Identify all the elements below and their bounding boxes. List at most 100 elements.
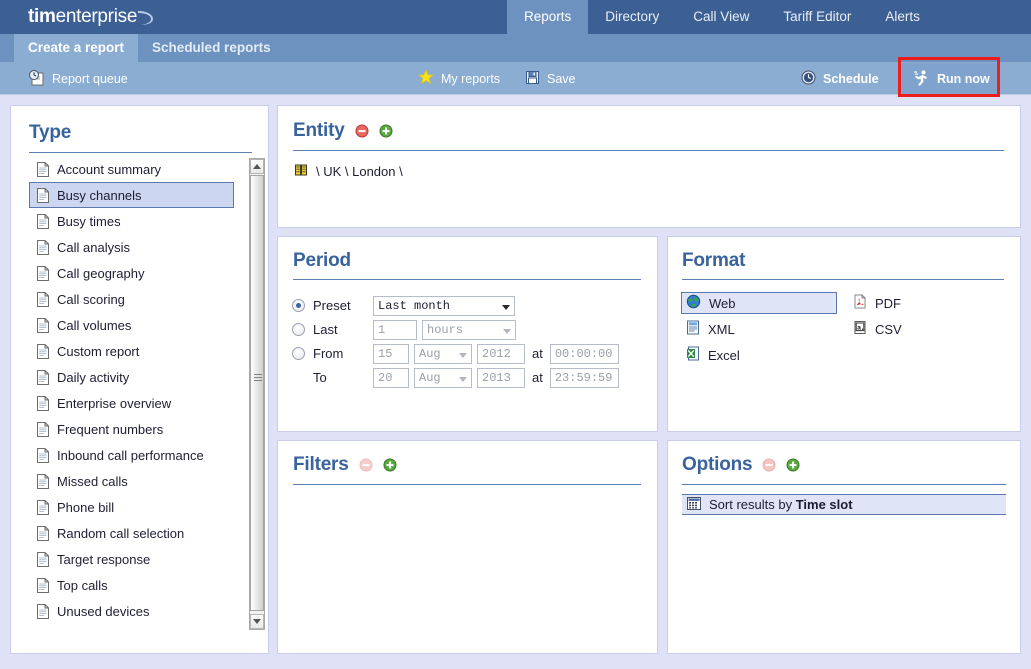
format-option-csv[interactable]: a CSV xyxy=(848,318,998,340)
options-panel: Options Sort results by Time slot xyxy=(667,440,1021,654)
report-type-label: Account summary xyxy=(57,162,161,177)
format-option-excel-label: Excel xyxy=(708,348,740,363)
nav-tab-alerts[interactable]: Alerts xyxy=(868,0,937,34)
period-panel-header: Period xyxy=(278,237,657,272)
period-from-radio[interactable] xyxy=(292,347,305,360)
report-type-item[interactable]: Random call selection xyxy=(29,520,234,546)
building-icon xyxy=(294,163,308,180)
format-option-xml[interactable]: XML xyxy=(681,318,837,340)
period-to-time-input[interactable]: 23:59:59 xyxy=(550,368,619,388)
options-add-icon[interactable] xyxy=(786,458,800,472)
report-type-item[interactable]: Phone bill xyxy=(29,494,234,520)
nav-tab-call-view[interactable]: Call View xyxy=(676,0,766,34)
chevron-down-icon xyxy=(253,619,261,624)
period-preset-value: Last month xyxy=(378,299,450,313)
report-type-item[interactable]: Top calls xyxy=(29,572,234,598)
period-from-at-label: at xyxy=(532,346,543,361)
chevron-down-icon xyxy=(502,305,510,310)
period-last-radio[interactable] xyxy=(292,323,305,336)
svg-text:a: a xyxy=(857,324,861,331)
period-panel-title: Period xyxy=(293,250,351,272)
report-type-item[interactable]: Call volumes xyxy=(29,312,234,338)
report-type-item[interactable]: Unused devices xyxy=(29,598,234,624)
chevron-down-icon xyxy=(503,329,511,334)
save-button[interactable]: Save xyxy=(519,62,582,95)
primary-nav: Reports Directory Call View Tariff Edito… xyxy=(507,0,937,34)
report-type-item[interactable]: Account summary xyxy=(29,156,234,182)
entity-remove-icon[interactable] xyxy=(355,124,369,138)
report-type-item[interactable]: Call scoring xyxy=(29,286,234,312)
subtab-scheduled-reports[interactable]: Scheduled reports xyxy=(138,34,285,62)
format-option-pdf[interactable]: PDF xyxy=(848,292,998,314)
period-preset-select[interactable]: Last month xyxy=(373,296,515,316)
filters-add-icon[interactable] xyxy=(383,458,397,472)
period-to-year-input[interactable]: 2013 xyxy=(477,368,525,388)
report-type-item[interactable]: Call geography xyxy=(29,260,234,286)
report-type-item[interactable]: Frequent numbers xyxy=(29,416,234,442)
period-from-year-input[interactable]: 2012 xyxy=(477,344,525,364)
nav-tab-tariff-editor[interactable]: Tariff Editor xyxy=(766,0,868,34)
document-icon xyxy=(37,214,49,229)
report-queue-icon xyxy=(28,69,45,89)
subtab-create-a-report[interactable]: Create a report xyxy=(14,34,138,62)
my-reports-button[interactable]: My reports xyxy=(412,62,506,95)
format-option-web-label: Web xyxy=(709,296,736,311)
report-type-item[interactable]: Call analysis xyxy=(29,234,234,260)
nav-tab-reports[interactable]: Reports xyxy=(507,0,588,34)
entity-add-icon[interactable] xyxy=(379,124,393,138)
schedule-button[interactable]: Schedule xyxy=(795,62,885,95)
period-last-unit-select[interactable]: hours xyxy=(422,320,516,340)
report-type-item[interactable]: Custom report xyxy=(29,338,234,364)
format-panel-title: Format xyxy=(682,250,745,272)
period-last-count-input[interactable]: 1 xyxy=(373,320,417,340)
scrollbar-thumb[interactable] xyxy=(250,175,264,611)
entity-item[interactable]: \ UK \ London \ xyxy=(294,163,1020,180)
format-option-excel[interactable]: Excel xyxy=(681,344,837,366)
report-queue-label: Report queue xyxy=(52,72,128,86)
format-option-web[interactable]: Web xyxy=(681,292,837,314)
period-to-day-input[interactable]: 20 xyxy=(373,368,409,388)
period-to-month-select[interactable]: Aug xyxy=(414,368,472,388)
schedule-label: Schedule xyxy=(823,72,879,86)
document-icon xyxy=(37,318,49,333)
logo-text-bold: tim xyxy=(28,6,56,28)
my-reports-label: My reports xyxy=(441,72,500,86)
report-type-item[interactable]: Busy channels xyxy=(29,182,234,208)
report-type-item[interactable]: Missed calls xyxy=(29,468,234,494)
entity-path-label: \ UK \ London \ xyxy=(316,164,403,179)
report-type-item[interactable]: Target response xyxy=(29,546,234,572)
period-to-at-label: at xyxy=(532,370,543,385)
report-type-label: Frequent numbers xyxy=(57,422,163,437)
type-panel-header: Type xyxy=(11,106,268,144)
report-type-label: Random call selection xyxy=(57,526,184,541)
filters-panel-header: Filters xyxy=(278,441,657,476)
report-type-item[interactable]: Busy times xyxy=(29,208,234,234)
document-icon xyxy=(37,266,49,281)
scroll-down-button[interactable] xyxy=(250,614,264,629)
scroll-up-button[interactable] xyxy=(250,159,264,174)
type-list-scrollbar[interactable] xyxy=(249,158,265,630)
report-type-list[interactable]: Account summaryBusy channelsBusy timesCa… xyxy=(29,156,252,634)
period-from-row: From 15 Aug 2012 at 00:00:00 xyxy=(292,342,657,365)
period-preset-radio[interactable] xyxy=(292,299,305,312)
period-preset-label: Preset xyxy=(313,298,373,313)
report-type-item[interactable]: Inbound call performance xyxy=(29,442,234,468)
period-from-day-input[interactable]: 15 xyxy=(373,344,409,364)
option-sort-text: Sort results by Time slot xyxy=(709,497,853,512)
period-preset-row: Preset Last month xyxy=(292,294,657,317)
report-type-item[interactable]: Enterprise overview xyxy=(29,390,234,416)
option-sort-results[interactable]: Sort results by Time slot xyxy=(682,494,1006,515)
scrollbar-grip-icon xyxy=(254,374,262,381)
format-option-xml-label: XML xyxy=(708,322,735,337)
type-panel-title: Type xyxy=(29,122,71,144)
period-from-time-input[interactable]: 00:00:00 xyxy=(550,344,619,364)
report-type-item[interactable]: Daily activity xyxy=(29,364,234,390)
run-now-button[interactable]: Run now xyxy=(902,63,1000,95)
document-icon xyxy=(37,292,49,307)
nav-tab-directory[interactable]: Directory xyxy=(588,0,676,34)
format-options: Web XML xyxy=(681,292,1020,388)
brand-bar: timenterprise Reports Directory Call Vie… xyxy=(0,0,1031,34)
document-icon xyxy=(37,162,49,177)
report-queue-button[interactable]: Report queue xyxy=(22,62,134,95)
period-from-month-select[interactable]: Aug xyxy=(414,344,472,364)
